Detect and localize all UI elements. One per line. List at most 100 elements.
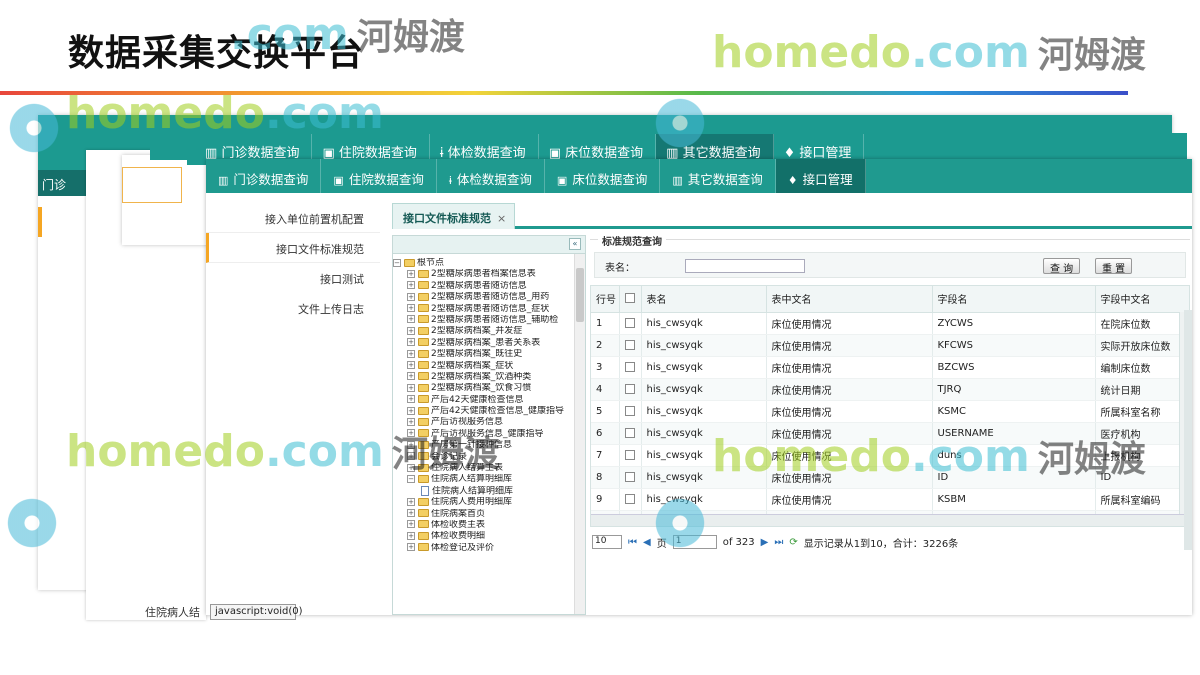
side-menu-item-interface-spec[interactable]: 接口文件标准规范	[206, 233, 380, 263]
expand-toggle-icon[interactable]: −	[407, 474, 415, 483]
tree-node[interactable]: +2型糖尿病档案_既往史	[393, 349, 571, 360]
table-name-input[interactable]	[685, 259, 805, 273]
table-row[interactable]: 3 his_cwsyqk 床位使用情况 BZCWS 编制床位数	[591, 356, 1189, 379]
side-menu-item-interface-test[interactable]: 接口测试	[206, 263, 380, 293]
row-checkbox[interactable]	[624, 471, 635, 482]
expand-toggle-icon[interactable]: +	[407, 497, 415, 506]
table-row[interactable]: 2 his_cwsyqk 床位使用情况 KFCWS 实际开放床位数	[591, 334, 1189, 357]
refresh-icon[interactable]: ⟳	[789, 537, 797, 548]
table-row[interactable]: 9 his_cwsyqk 床位使用情况 KSBM 所属科室编码	[591, 488, 1189, 511]
table-row[interactable]: 7 his_cwsyqk 床位使用情况 duns 上报机构	[591, 444, 1189, 467]
nav-outpatient-query[interactable]: ▥ 门诊数据查询	[206, 159, 322, 193]
column-header-field-cn-name[interactable]: 字段中文名	[1095, 286, 1189, 313]
tree-node[interactable]: +2型糖尿病档案_饮食习惯	[393, 383, 571, 394]
nav-other-query[interactable]: ▥ 其它数据查询	[660, 159, 776, 193]
page-size-select[interactable]: 10	[592, 535, 622, 549]
row-checkbox[interactable]	[624, 493, 635, 504]
expand-toggle-icon[interactable]: +	[407, 440, 415, 449]
expand-toggle-icon[interactable]: +	[407, 417, 415, 426]
nav-inpatient-query[interactable]: ▣ 住院数据查询	[321, 159, 437, 193]
nav-bed-query[interactable]: ▣ 床位数据查询	[545, 159, 661, 193]
expand-toggle-icon[interactable]: +	[407, 338, 415, 347]
tree-node[interactable]: +2型糖尿病档案_症状	[393, 361, 571, 372]
side-menu-item-upload-log[interactable]: 文件上传日志	[206, 293, 380, 323]
next-page-icon[interactable]: ▶	[761, 537, 769, 548]
tree-node[interactable]: + 体检收费主表	[393, 520, 571, 531]
tree-node[interactable]: 住院病人结算明细库	[393, 485, 571, 497]
expand-toggle-icon[interactable]: +	[407, 406, 415, 415]
side-menu-item-frontend-config[interactable]: 接入单位前置机配置	[206, 203, 380, 233]
tree-node[interactable]: + 产后访视服务信息_健康指导	[393, 429, 571, 440]
expand-toggle-icon[interactable]: +	[407, 509, 415, 518]
nav-checkup-query[interactable]: ɨ 体检数据查询	[437, 159, 545, 193]
expand-toggle-icon[interactable]: +	[407, 520, 415, 529]
table-row[interactable]: 5 his_cwsyqk 床位使用情况 KSMC 所属科室名称	[591, 400, 1189, 423]
expand-toggle-icon[interactable]: −	[393, 258, 401, 267]
tree-node[interactable]: +2型糖尿病患者随访信息_辅助检	[393, 315, 571, 326]
table-row[interactable]: 4 his_cwsyqk 床位使用情况 TJRQ 统计日期	[591, 378, 1189, 401]
row-checkbox[interactable]	[624, 339, 635, 350]
tree-node[interactable]: +2型糖尿病患者随访信息_症状	[393, 304, 571, 315]
tab-interface-spec[interactable]: 接口文件标准规范 ×	[392, 203, 516, 229]
tree-node[interactable]: + 产后42天健康检查信息	[393, 395, 571, 406]
expand-toggle-icon[interactable]: +	[407, 349, 415, 358]
search-button[interactable]: 查 询	[1043, 258, 1081, 275]
tree-node[interactable]: + 住院病人费用明细库	[393, 497, 571, 508]
collapse-icon[interactable]: «	[569, 238, 581, 250]
prev-page-icon[interactable]: ◀	[643, 537, 651, 548]
close-icon[interactable]: ×	[497, 212, 506, 225]
table-row[interactable]: 1 his_cwsyqk 床位使用情况 ZYCWS 在院床位数	[591, 312, 1189, 335]
expand-toggle-icon[interactable]: +	[407, 395, 415, 404]
tree-scroll-thumb[interactable]	[576, 268, 584, 322]
tree-node[interactable]: + 产房第一针接种信息	[393, 440, 571, 451]
tree-node[interactable]: + 产后访视服务信息	[393, 417, 571, 428]
table-row[interactable]: 8 his_cwsyqk 床位使用情况 ID ID	[591, 466, 1189, 489]
tree-node[interactable]: + 住院病人结算主表	[393, 463, 571, 474]
page-number-input[interactable]: 1	[672, 535, 717, 549]
expand-toggle-icon[interactable]: +	[407, 269, 415, 278]
row-checkbox[interactable]	[624, 427, 635, 438]
expand-toggle-icon[interactable]: +	[407, 292, 415, 301]
column-header-table-cn-name[interactable]: 表中文名	[766, 286, 933, 313]
expand-toggle-icon[interactable]: +	[407, 452, 415, 461]
first-page-icon[interactable]: ⏮	[628, 537, 637, 548]
last-page-icon[interactable]: ⏭	[774, 537, 783, 548]
expand-toggle-icon[interactable]: +	[407, 531, 415, 540]
tree-node[interactable]: + 住院病案首页	[393, 509, 571, 520]
row-checkbox[interactable]	[624, 405, 635, 416]
tree-node[interactable]: +2型糖尿病患者随访信息	[393, 281, 571, 292]
row-checkbox[interactable]	[624, 361, 635, 372]
grid-horizontal-scrollbar[interactable]	[591, 514, 1189, 526]
tree-root[interactable]: − 根节点	[393, 258, 571, 269]
tree-node[interactable]: − 住院病人结算明细库	[393, 474, 571, 485]
expand-toggle-icon[interactable]: +	[407, 543, 415, 552]
tree-node[interactable]: +2型糖尿病档案_患者关系表	[393, 338, 571, 349]
tree-node[interactable]: + 产后42天健康检查信息_健康指导	[393, 406, 571, 417]
tree-node[interactable]: + 体检收费明细	[393, 531, 571, 542]
column-header-table-name[interactable]: 表名	[641, 286, 767, 313]
tree-node[interactable]: +2型糖尿病档案_饮酒种类	[393, 372, 571, 383]
tree-node[interactable]: + 会诊记录	[393, 452, 571, 463]
tree-node[interactable]: +2型糖尿病患者档案信息表	[393, 269, 571, 280]
expand-toggle-icon[interactable]: +	[407, 304, 415, 313]
column-header-field-name[interactable]: 字段名	[932, 286, 1096, 313]
tree-scrollbar[interactable]	[574, 254, 585, 614]
expand-toggle-icon[interactable]: +	[407, 326, 415, 335]
select-all-checkbox[interactable]	[624, 293, 635, 304]
expand-toggle-icon[interactable]: +	[407, 429, 415, 438]
expand-toggle-icon[interactable]: +	[407, 281, 415, 290]
expand-toggle-icon[interactable]: +	[407, 372, 415, 381]
expand-toggle-icon[interactable]: +	[407, 361, 415, 370]
expand-toggle-icon[interactable]: +	[407, 315, 415, 324]
row-checkbox[interactable]	[624, 383, 635, 394]
tree-node[interactable]: + 体检登记及评价	[393, 543, 571, 554]
tree-node[interactable]: +2型糖尿病患者随访信息_用药	[393, 292, 571, 303]
nav-interface-management[interactable]: ♦ 接口管理	[775, 159, 866, 193]
reset-button[interactable]: 重 置	[1095, 258, 1133, 275]
expand-toggle-icon[interactable]: +	[407, 383, 415, 392]
row-checkbox[interactable]	[624, 449, 635, 460]
tree-node[interactable]: +2型糖尿病档案_并发症	[393, 326, 571, 337]
row-checkbox[interactable]	[624, 317, 635, 328]
expand-toggle-icon[interactable]: +	[407, 463, 415, 472]
table-row[interactable]: 6 his_cwsyqk 床位使用情况 USERNAME 医疗机构	[591, 422, 1189, 445]
